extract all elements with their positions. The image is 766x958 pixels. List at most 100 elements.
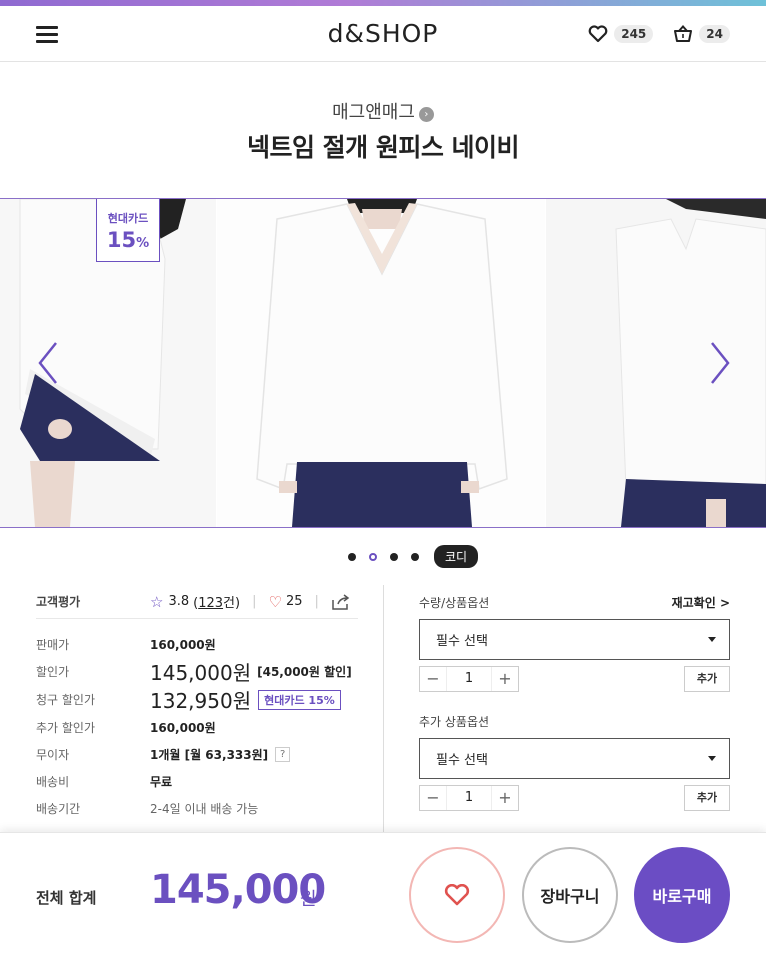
qty-option-label: 수량/상품옵션 (419, 595, 490, 610)
shipping-label: 배송비 (36, 775, 70, 789)
card-discount-tag: 현대카드 15% (258, 689, 341, 710)
badge-card-name: 현대카드 (107, 212, 149, 225)
gallery-prev-button[interactable] (34, 341, 64, 385)
column-divider (383, 585, 384, 832)
caret-down-icon (708, 756, 716, 761)
gallery-next-button[interactable] (704, 341, 734, 385)
delivery-label: 배송기간 (36, 802, 81, 816)
gallery-pagination: 코디 (0, 545, 766, 568)
caret-down-icon (708, 637, 716, 642)
add-to-cart-button[interactable]: 장바구니 (522, 847, 618, 943)
required-option-select[interactable]: 필수 선택 (419, 619, 730, 660)
billing-price-label: 청구 할인가 (36, 693, 96, 707)
divider: | (314, 594, 319, 609)
stock-check-label: 재고확인 (671, 595, 716, 610)
extra-option-label: 추가 상품옵션 (419, 714, 490, 729)
review-count: 123 (198, 596, 224, 611)
divider: | (252, 594, 257, 609)
wishlist-add-button[interactable] (409, 847, 505, 943)
codi-button[interactable]: 코디 (433, 545, 479, 568)
chevron-right-icon: > (719, 595, 730, 610)
discount-price-row: 할인가 145,000원 [45,000원 할인] (36, 658, 358, 685)
plus-button[interactable]: + (492, 786, 518, 810)
minus-button[interactable]: − (420, 667, 446, 691)
extra-option-header: 추가 상품옵션 (419, 704, 730, 738)
badge-percent: 15% (97, 228, 159, 252)
installment-label: 무이자 (36, 748, 70, 762)
extra-price: 160,000원 (150, 721, 216, 735)
brand-name: 매그앤매그 (332, 102, 415, 123)
chevron-right-icon (711, 342, 730, 384)
wishlist-button[interactable]: 245 (588, 25, 654, 43)
total-unit: 원 (300, 889, 317, 910)
installment-row: 무이자 1개월 [월 63,333원] ? (36, 741, 358, 768)
discount-price-label: 할인가 (36, 665, 70, 679)
brand-link[interactable]: 매그앤매그 › (0, 98, 766, 124)
star-icon: ☆ (150, 592, 164, 611)
buy-now-button[interactable]: 바로구매 (634, 847, 730, 943)
gallery-image-main (217, 199, 545, 527)
minus-button[interactable]: − (420, 786, 446, 810)
rating-row: 고객평가 ☆ 3.8 (123건) | ♡ 25 | (36, 585, 358, 619)
chevron-left-icon (38, 342, 57, 384)
header-actions: 245 24 (588, 25, 730, 43)
quantity-stepper[interactable]: − 1 + (419, 666, 519, 692)
discount-note: [45,000원 할인] (257, 665, 352, 679)
purchase-footer: 전체 합계 145,000 원 장바구니 바로구매 (0, 832, 766, 958)
plus-button[interactable]: + (492, 667, 518, 691)
help-icon[interactable]: ? (275, 747, 291, 762)
card-discount-badge: 현대카드 15% (96, 199, 160, 262)
total-amount: 145,000 (150, 867, 326, 913)
billing-price-row: 청구 할인가 132,950원 현대카드 15% (36, 685, 358, 714)
basket-icon (674, 25, 693, 42)
delivery-value: 2-4일 이내 배송 가능 (150, 802, 259, 816)
delivery-row: 배송기간 2-4일 이내 배송 가능 (36, 795, 358, 822)
qty-row: − 1 + 추가 (419, 785, 730, 811)
shipping-row: 배송비 무료 (36, 768, 358, 795)
review-link[interactable]: (123건) (193, 592, 240, 611)
stock-check-link[interactable]: 재고확인 > (672, 594, 730, 611)
select-value: 필수 선택 (436, 634, 488, 649)
option-panel: 수량/상품옵션 재고확인 > 필수 선택 − 1 + 추가 추가 상품옵션 필수… (419, 585, 730, 811)
heart-icon (588, 25, 608, 43)
wishlist-count: 245 (614, 25, 654, 43)
sale-price-label: 판매가 (36, 638, 70, 652)
shipping-value: 무료 (150, 775, 173, 789)
quantity-stepper[interactable]: − 1 + (419, 785, 519, 811)
quantity-value[interactable]: 1 (446, 667, 492, 691)
quantity-value[interactable]: 1 (446, 786, 492, 810)
sale-price-row: 판매가 160,000원 (36, 631, 358, 658)
extra-option-select[interactable]: 필수 선택 (419, 738, 730, 779)
cart-count: 24 (699, 25, 730, 43)
product-gallery[interactable]: 현대카드 15% (0, 198, 766, 528)
like-count: 25 (285, 594, 303, 609)
billing-price: 132,950원 (150, 689, 252, 713)
cart-button[interactable]: 24 (673, 25, 730, 43)
badge-unit: % (136, 236, 150, 251)
add-button[interactable]: 추가 (684, 785, 730, 811)
total-label: 전체 합계 (36, 889, 97, 907)
rating-label: 고객평가 (36, 595, 81, 609)
discount-price: 145,000원 (150, 661, 252, 685)
installment-value: 1개월 [월 63,333원] (150, 748, 269, 762)
heart-icon (444, 884, 470, 906)
price-info: 고객평가 ☆ 3.8 (123건) | ♡ 25 | 판매가 160,000원 … (36, 585, 358, 822)
pagination-dot[interactable] (389, 552, 398, 561)
heart-outline-icon[interactable]: ♡ (268, 593, 281, 611)
review-suffix: 건) (223, 596, 241, 611)
pagination-dot[interactable] (410, 552, 419, 561)
product-title: 넥트임 절개 원피스 네이비 (246, 133, 520, 162)
extra-price-row: 추가 할인가 160,000원 (36, 714, 358, 741)
rating-score: 3.8 (168, 594, 190, 609)
header: d&SHOP 245 24 (0, 6, 766, 62)
qty-row: − 1 + 추가 (419, 666, 730, 692)
select-value: 필수 선택 (436, 753, 488, 768)
share-icon[interactable] (331, 593, 351, 610)
badge-value: 15 (106, 228, 137, 252)
add-button[interactable]: 추가 (684, 666, 730, 692)
pagination-dot-active[interactable] (368, 552, 377, 561)
pagination-dot[interactable] (347, 552, 356, 561)
sale-price: 160,000원 (150, 638, 216, 652)
extra-price-label: 추가 할인가 (36, 721, 96, 735)
qty-option-header: 수량/상품옵션 재고확인 > (419, 585, 730, 619)
